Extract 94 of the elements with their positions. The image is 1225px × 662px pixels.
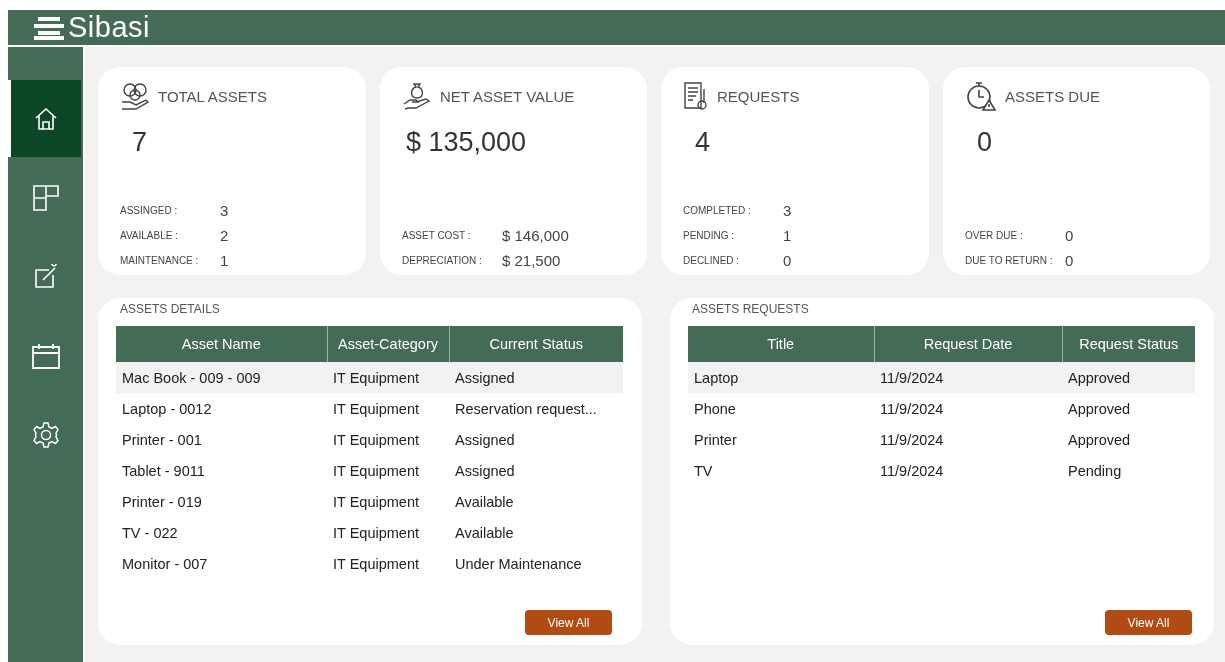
column-header: Asset-Category [327, 326, 449, 362]
document-check-icon [683, 81, 709, 111]
stat-value: 7 [132, 127, 148, 158]
stat-value: 4 [695, 127, 711, 158]
table-row[interactable]: Phone 11/9/2024 Approved [688, 393, 1195, 424]
table-cell: 11/9/2024 [874, 362, 1062, 393]
stat-value: 0 [977, 127, 993, 158]
table-cell-text: Assigned [454, 461, 516, 481]
column-header: Title [688, 326, 874, 362]
table-cell-text: Available [454, 492, 515, 512]
stacked-bars-icon [34, 15, 66, 40]
detail-label: MAINTENANCE : [120, 255, 200, 266]
column-header: Current Status [449, 326, 623, 362]
table-cell: Assigned [449, 362, 623, 393]
detail-label: COMPLETED : [683, 205, 752, 216]
nav-item[interactable] [8, 80, 81, 157]
table-row[interactable]: Printer - 019 IT Equipment Available [116, 486, 623, 517]
table-row[interactable]: Laptop 11/9/2024 Approved [688, 362, 1195, 393]
detail-label: AVAILABLE : [120, 230, 179, 241]
table-row[interactable]: Mac Book - 009 - 009 IT Equipment Assigned [116, 362, 623, 393]
home-icon [33, 105, 59, 132]
table-row[interactable]: TV 11/9/2024 Pending [688, 455, 1195, 486]
table-row[interactable]: Laptop - 0012 IT Equipment Reservation request... [116, 393, 623, 424]
table-cell: Approved [1062, 393, 1195, 424]
table-cell: Reservation request... [449, 393, 623, 424]
detail-value: 1 [220, 252, 229, 269]
table-cell-text: Under Maintenance [454, 554, 583, 574]
table-cell-text: Tablet - 9011 [121, 461, 206, 481]
detail-label: DEPRECIATION : [402, 255, 483, 266]
detail-value: $ 21,500 [502, 252, 561, 269]
settings-icon [32, 420, 60, 449]
table-cell-text: Printer - 001 [121, 430, 203, 450]
stat-title: NET ASSET VALUE [440, 87, 575, 105]
stat-title: ASSETS DUE [1005, 87, 1101, 105]
detail-value: 0 [1065, 227, 1074, 244]
layout-icon [32, 183, 60, 212]
stat-title: REQUESTS [717, 87, 800, 105]
table-row[interactable]: TV - 022 IT Equipment Available [116, 517, 623, 548]
detail-value: 0 [783, 252, 792, 269]
table-row[interactable]: Printer 11/9/2024 Approved [688, 424, 1195, 455]
detail-value: 3 [783, 202, 792, 219]
detail-value: 1 [783, 227, 792, 244]
panel-title: ASSETS DETAILS [120, 302, 221, 316]
column-header: Request Status [1062, 326, 1195, 362]
table-cell-text: Assigned [454, 430, 516, 450]
stat-title: TOTAL ASSETS [158, 87, 267, 105]
brand-name: Sibasi [68, 11, 150, 44]
table-cell: IT Equipment [327, 393, 449, 424]
detail-value: 2 [220, 227, 229, 244]
detail-label: OVER DUE : [965, 230, 1024, 241]
detail-label: DUE TO RETURN : [965, 255, 1054, 266]
detail-label: DECLINED : [683, 255, 741, 266]
calendar-icon [32, 342, 60, 369]
table-cell: Laptop [688, 362, 874, 393]
stat-value: $ 135,000 [406, 127, 527, 158]
table-cell: Laptop - 0012 [116, 393, 327, 424]
table-cell-text: Approved [1067, 430, 1132, 450]
stopwatch-warning-icon [965, 80, 997, 112]
view-all-button[interactable]: View All [525, 610, 612, 635]
table-cell-text: TV [693, 461, 714, 481]
table-cell-text: Monitor - 007 [121, 554, 209, 574]
table-cell-text: Printer - 019 [121, 492, 203, 512]
table-cell: IT Equipment [327, 362, 449, 393]
table-cell-text: IT Equipment [332, 461, 420, 481]
detail-label: ASSET COST : [402, 230, 472, 241]
table-row[interactable]: Monitor - 007 IT Equipment Under Maintenance [116, 548, 623, 579]
table-cell-text: Pending [1067, 461, 1123, 481]
hand-money-bag-icon [402, 82, 432, 110]
table-cell-text: TV - 022 [121, 523, 179, 543]
table-cell: Approved [1062, 362, 1195, 393]
table-cell: Mac Book - 009 - 009 [116, 362, 327, 393]
table-row[interactable]: Printer - 001 IT Equipment Assigned [116, 424, 623, 455]
column-header: Asset Name [116, 326, 327, 362]
column-header: Request Date [874, 326, 1062, 362]
table-cell-text: Available [454, 523, 515, 543]
table-cell: 11/9/2024 [874, 393, 1062, 424]
detail-label: PENDING : [683, 230, 736, 241]
detail-value: 3 [220, 202, 229, 219]
panel-title: ASSETS REQUESTS [692, 302, 810, 316]
table-cell-text: IT Equipment [332, 492, 420, 512]
table-cell-text: IT Equipment [332, 430, 420, 450]
table-cell: Phone [688, 393, 874, 424]
view-all-button[interactable]: View All [1105, 610, 1192, 635]
hand-coins-icon [120, 82, 150, 110]
table-row[interactable]: Tablet - 9011 IT Equipment Assigned [116, 455, 623, 486]
table-cell-text: IT Equipment [332, 554, 420, 574]
detail-label: ASSINGED : [120, 205, 179, 216]
table-cell-text: 11/9/2024 [879, 461, 945, 481]
table-cell-text: Printer [693, 430, 738, 450]
table-cell-text: 11/9/2024 [879, 430, 945, 450]
edit-icon [33, 263, 59, 290]
table-cell-text: IT Equipment [332, 523, 420, 543]
detail-value: $ 146,000 [502, 227, 569, 244]
detail-value: 0 [1065, 252, 1074, 269]
